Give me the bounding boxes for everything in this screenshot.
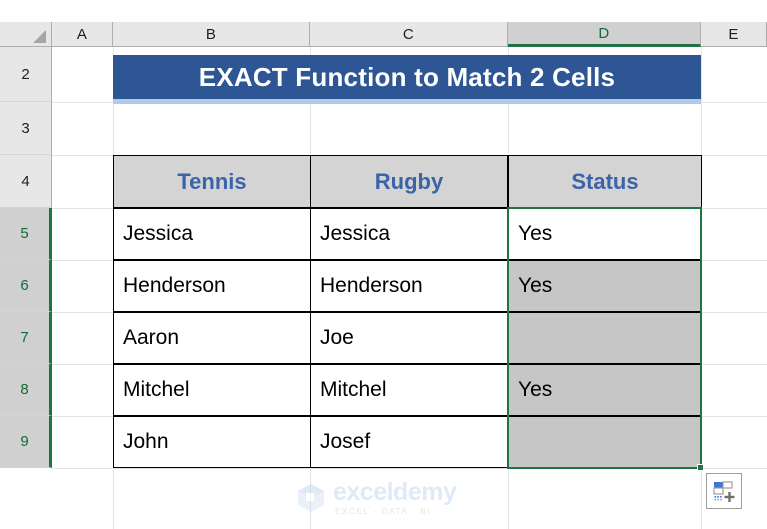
cell-value: Henderson [123, 274, 226, 297]
row-header-6[interactable]: 6 [0, 260, 52, 312]
table-cell-c7[interactable]: Joe [310, 312, 508, 364]
exceldemy-cube-logo-icon [298, 484, 324, 512]
row-header-label: 6 [20, 277, 29, 294]
table-cell-c5[interactable]: Jessica [310, 208, 508, 260]
row-header-2[interactable]: 2 [0, 47, 52, 102]
column-header-d[interactable]: D [508, 22, 701, 47]
row-header-8[interactable]: 8 [0, 364, 52, 416]
row-header-label: 3 [21, 119, 30, 137]
fill-handle[interactable] [697, 464, 704, 471]
table-cell-c6[interactable]: Henderson [310, 260, 508, 312]
table-cell-b7[interactable]: Aaron [113, 312, 311, 364]
table-header-label: Rugby [374, 168, 444, 194]
spreadsheet-canvas: A B C D E 2 3 4 5 6 7 8 9 EXACT Function to Match 2… [0, 0, 767, 529]
table-cell-d8[interactable]: Yes [508, 364, 702, 416]
gridline-horizontal [52, 468, 767, 469]
table-header-label: Status [571, 168, 639, 194]
cell-value: John [123, 430, 169, 453]
column-header-a[interactable]: A [52, 22, 113, 47]
title-underline [113, 99, 701, 104]
cell-value: Yes [518, 378, 553, 401]
table-cell-b6[interactable]: Henderson [113, 260, 311, 312]
column-header-c[interactable]: C [310, 22, 508, 47]
cell-value: Joe [320, 326, 354, 349]
row-header-label: 5 [20, 225, 29, 242]
cell-value: Jessica [320, 222, 391, 245]
cell-value: Mitchel [320, 378, 387, 401]
select-all-triangle-icon [33, 30, 46, 43]
column-header-label: B [205, 25, 217, 43]
row-header-5[interactable]: 5 [0, 208, 52, 260]
cell-value: Mitchel [123, 378, 190, 401]
table-cell-d9[interactable] [508, 416, 702, 468]
table-cell-d5[interactable]: Yes [508, 208, 702, 260]
row-header-label: 7 [20, 329, 29, 346]
table-header-cell-d4[interactable]: Status [508, 155, 702, 208]
column-header-label: A [76, 25, 88, 43]
row-header-label: 8 [20, 381, 29, 398]
column-header-b[interactable]: B [113, 22, 310, 47]
table-cell-b8[interactable]: Mitchel [113, 364, 311, 416]
row-header-label: 9 [20, 433, 29, 450]
watermark-brand: exceldemy [333, 478, 457, 506]
cell-value: Yes [518, 274, 553, 297]
title-banner: EXACT Function to Match 2 Cells [113, 55, 701, 99]
table-cell-d7[interactable] [508, 312, 702, 364]
row-header-label: 2 [21, 65, 30, 83]
column-header-label: D [598, 24, 610, 42]
row-header-label: 4 [21, 172, 30, 190]
cell-value: Josef [320, 430, 371, 453]
select-all-corner-button[interactable] [0, 22, 52, 47]
watermark: exceldemy EXCEL - DATA - BI [296, 477, 476, 519]
cell-value: Jessica [123, 222, 194, 245]
table-header-cell-b4[interactable]: Tennis [113, 155, 311, 208]
column-header-label: E [728, 25, 739, 43]
row-header-7[interactable]: 7 [0, 312, 52, 364]
autofill-options-button[interactable] [706, 473, 742, 509]
table-cell-b5[interactable]: Jessica [113, 208, 311, 260]
cell-value: Yes [518, 222, 553, 245]
autofill-options-icon [713, 481, 735, 502]
row-header-4[interactable]: 4 [0, 155, 52, 208]
column-header-e[interactable]: E [701, 22, 767, 47]
row-header-9[interactable]: 9 [0, 416, 52, 468]
table-cell-b9[interactable]: John [113, 416, 311, 468]
table-header-cell-c4[interactable]: Rugby [310, 155, 508, 208]
watermark-tagline: EXCEL - DATA - BI [335, 507, 432, 516]
page-title: EXACT Function to Match 2 Cells [198, 61, 616, 92]
cell-value: Henderson [320, 274, 423, 297]
table-cell-c8[interactable]: Mitchel [310, 364, 508, 416]
table-cell-d6[interactable]: Yes [508, 260, 702, 312]
row-header-3[interactable]: 3 [0, 102, 52, 155]
table-cell-c9[interactable]: Josef [310, 416, 508, 468]
table-header-label: Tennis [177, 168, 247, 194]
column-header-label: C [402, 25, 415, 43]
cell-value: Aaron [123, 326, 180, 349]
